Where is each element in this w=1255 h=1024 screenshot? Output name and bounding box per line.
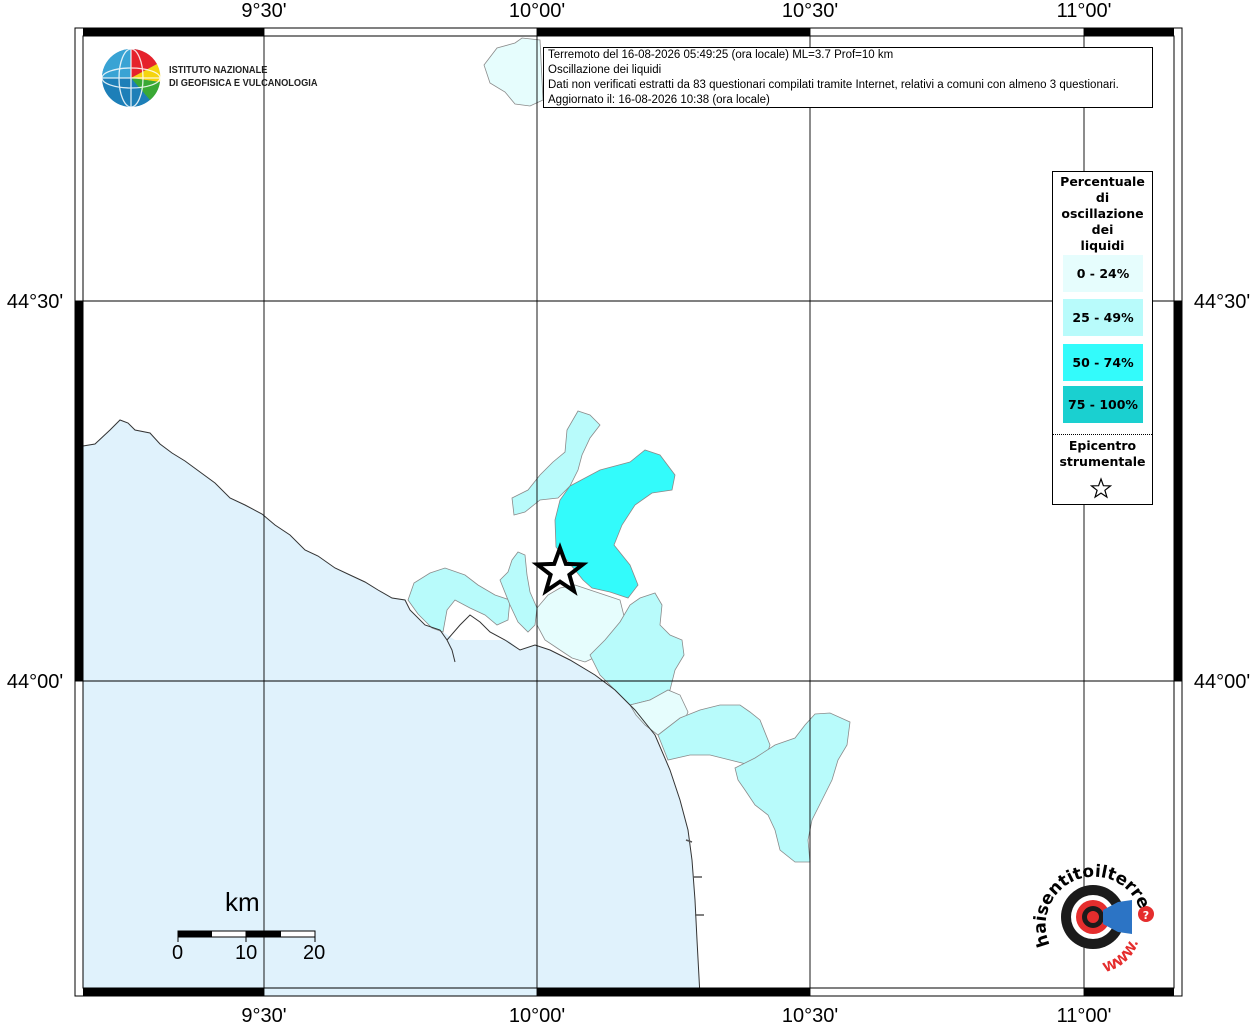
legend-epicenter-label: Epicentro strumentale [1053,438,1152,470]
legend: Percentuale di oscillazione dei liquidi … [1052,171,1153,505]
event-line: Terremoto del 16-08-2026 05:49:25 (ora l… [548,49,894,61]
legend-title-line: dei [1091,222,1114,237]
legend-item-0-24: 0 - 24% [1063,255,1143,292]
legend-item-75-100: 75 - 100% [1063,386,1143,423]
ingv-line1: ISTITUTO NAZIONALE [169,64,268,76]
haisentito-url: haisentitoilterremoto.it [0,0,1154,950]
ingv-logo-text: ISTITUTO NAZIONALE DI GEOFISICA E VULCAN… [169,64,318,90]
parameter-line: Oscillazione dei liquidi [548,64,662,76]
svg-text:WWW.: WWW. [1101,938,1142,976]
legend-item-50-74: 50 - 74% [1063,344,1143,381]
scale-label-0: 0 [172,942,184,964]
haisentito-www: WWW. [1101,938,1142,976]
scale-label-20: 20 [303,942,326,964]
scale-title: km [225,887,260,917]
haisentito-text: haisentitoilterremoto.it WWW. [0,0,1154,976]
legend-item-25-49: 25 - 49% [1063,299,1143,336]
legend-title-line: liquidi [1080,238,1125,253]
updated-line: Aggiornato il: 16-08-2026 10:38 (ora loc… [548,94,770,106]
svg-text:haisentitoilterremoto.it: haisentitoilterremoto.it [0,0,1154,950]
ingv-line2: DI GEOFISICA E VULCANOLOGIA [169,77,318,89]
legend-star-icon [1090,477,1112,499]
legend-separator [1053,434,1152,435]
legend-title-line: di [1095,190,1110,205]
legend-epicenter-line: strumentale [1059,454,1146,469]
event-info-box: Terremoto del 16-08-2026 05:49:25 (ora l… [543,47,1153,108]
legend-title-line: Percentuale [1060,174,1145,189]
legend-title-line: oscillazione [1061,206,1144,221]
data-note-line: Dati non verificati estratti da 83 quest… [548,79,1119,91]
legend-title: Percentuale di oscillazione dei liquidi [1053,172,1152,254]
scale-label-10: 10 [235,942,258,964]
legend-epicenter-line: Epicentro [1068,438,1137,453]
